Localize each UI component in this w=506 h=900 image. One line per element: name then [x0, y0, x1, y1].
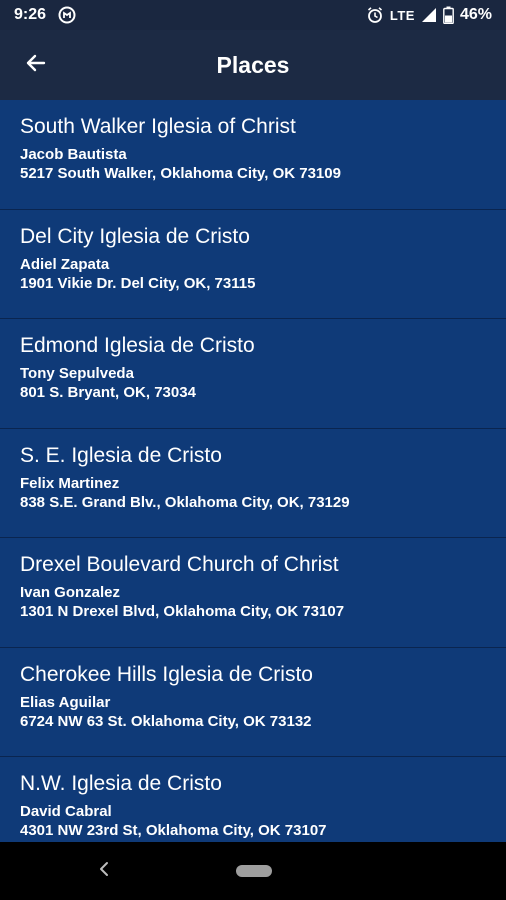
place-contact: Tony Sepulveda — [20, 365, 134, 382]
back-button[interactable] — [16, 43, 56, 87]
list-item[interactable]: S. E. Iglesia de Cristo Felix Martinez 8… — [0, 429, 506, 538]
place-name: N.W. Iglesia de Cristo — [20, 772, 222, 795]
signal-icon — [421, 7, 437, 23]
status-bar: 9:26 LTE 46% — [0, 0, 506, 30]
list-item[interactable]: Drexel Boulevard Church of Christ Ivan G… — [0, 538, 506, 648]
status-bar-left: 9:26 — [14, 6, 76, 24]
place-address: 838 S.E. Grand Blv., Oklahoma City, OK, … — [20, 493, 350, 511]
place-address: 4301 NW 23rd St, Oklahoma City, OK 73107 — [20, 822, 327, 839]
place-name: Drexel Boulevard Church of Christ — [20, 553, 339, 576]
nav-back-button[interactable] — [92, 858, 116, 884]
alarm-icon — [366, 6, 384, 24]
place-contact: Elias Aguilar — [20, 693, 111, 711]
status-time: 9:26 — [14, 6, 47, 23]
place-address: 1301 N Drexel Blvd, Oklahoma City, OK 73… — [20, 603, 345, 620]
place-contact: David Cabral — [20, 803, 112, 820]
system-nav-bar — [0, 842, 506, 900]
nav-home-pill[interactable] — [236, 865, 272, 877]
place-contact: Jacob Bautista — [20, 146, 127, 163]
list-item[interactable]: N.W. Iglesia de Cristo David Cabral 4301… — [0, 757, 506, 842]
page-title: Places — [216, 51, 290, 78]
list-item[interactable]: Edmond Iglesia de Cristo Tony Sepulveda … — [0, 319, 506, 429]
notification-icon — [58, 6, 76, 24]
place-address: 6724 NW 63 St. Oklahoma City, OK 73132 — [20, 712, 312, 730]
chevron-left-icon — [98, 861, 110, 882]
status-bar-right: LTE 46% — [366, 6, 492, 24]
list-item[interactable]: Cherokee Hills Iglesia de Cristo Elias A… — [0, 648, 506, 757]
battery-icon — [443, 6, 454, 24]
battery-percent: 46% — [459, 6, 492, 23]
place-address: 801 S. Bryant, OK, 73034 — [20, 384, 196, 401]
place-contact: Felix Martinez — [20, 474, 120, 492]
place-address: 1901 Vikie Dr. Del City, OK, 73115 — [20, 274, 256, 292]
place-name: Cherokee Hills Iglesia de Cristo — [20, 662, 313, 686]
place-name: South Walker Iglesia of Christ — [20, 115, 296, 138]
place-contact: Adiel Zapata — [20, 255, 110, 273]
place-name: Edmond Iglesia de Cristo — [20, 334, 255, 357]
place-name: S. E. Iglesia de Cristo — [20, 443, 222, 467]
places-list: South Walker Iglesia of Christ Jacob Bau… — [0, 100, 506, 842]
list-item[interactable]: South Walker Iglesia of Christ Jacob Bau… — [0, 100, 506, 210]
place-contact: Ivan Gonzalez — [20, 584, 121, 601]
place-address: 5217 South Walker, Oklahoma City, OK 731… — [20, 165, 341, 182]
list-item[interactable]: Del City Iglesia de Cristo Adiel Zapata … — [0, 210, 506, 319]
arrow-left-icon — [24, 51, 48, 80]
place-name: Del City Iglesia de Cristo — [20, 224, 250, 248]
network-type-label: LTE — [389, 7, 415, 23]
app-bar: Places — [0, 30, 506, 100]
